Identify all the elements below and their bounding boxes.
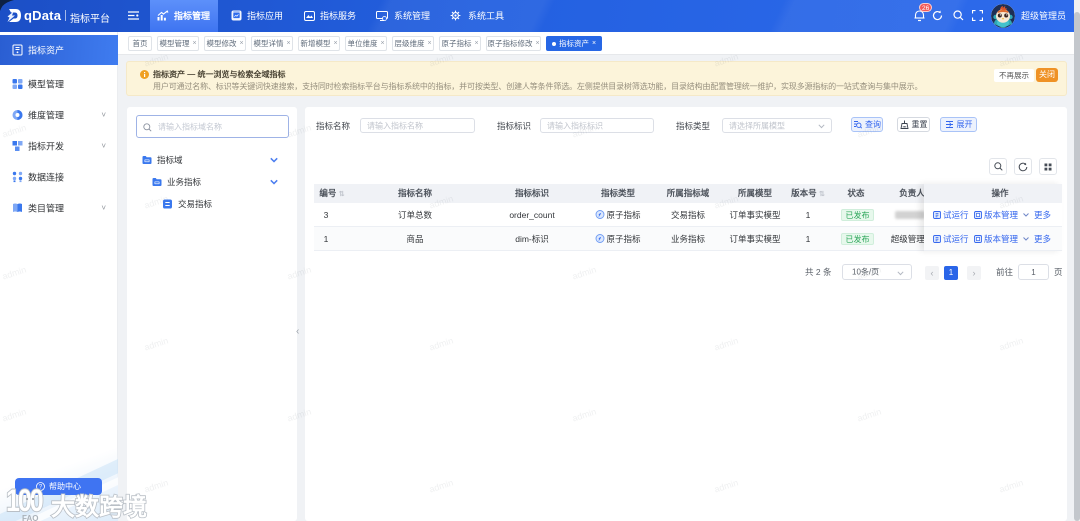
svg-text:?: ? bbox=[39, 485, 43, 491]
